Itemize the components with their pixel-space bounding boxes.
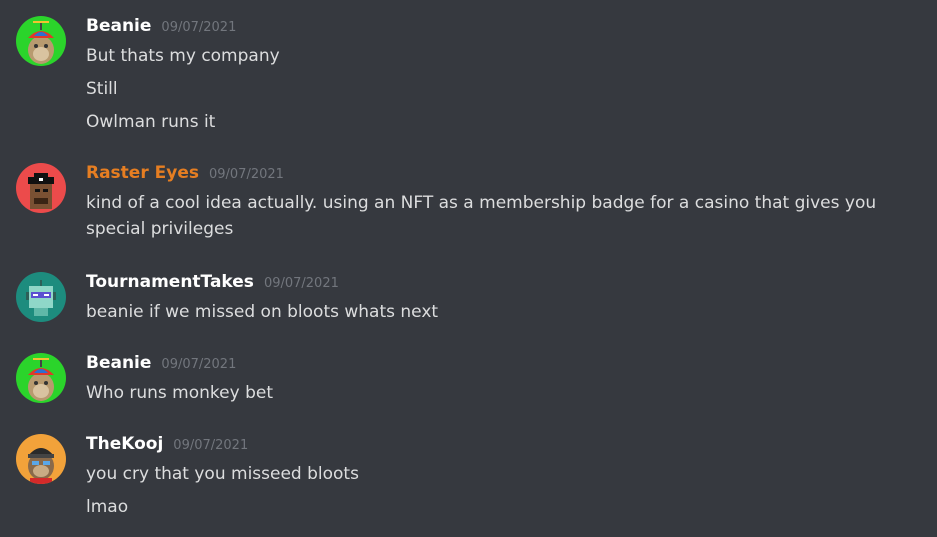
username[interactable]: Beanie bbox=[86, 16, 151, 36]
timestamp[interactable]: 09/07/2021 bbox=[161, 20, 236, 35]
pirate-punk-avatar bbox=[16, 163, 66, 213]
robot-avatar bbox=[16, 272, 66, 322]
message-content: But thats my company Still Owlman runs i… bbox=[86, 43, 916, 142]
message-header: Raster Eyes 09/07/2021 bbox=[86, 163, 284, 189]
timestamp[interactable]: 09/07/2021 bbox=[209, 167, 284, 182]
avatar[interactable] bbox=[16, 163, 66, 213]
message-text: you cry that you misseed bloots bbox=[86, 464, 359, 484]
message-header: Beanie 09/07/2021 bbox=[86, 353, 236, 379]
avatar[interactable] bbox=[16, 16, 66, 66]
message-text: Still bbox=[86, 79, 118, 99]
message-content: kind of a cool idea actually. using an N… bbox=[86, 190, 916, 242]
timestamp[interactable]: 09/07/2021 bbox=[264, 276, 339, 291]
avatar[interactable] bbox=[16, 353, 66, 403]
ape-propeller-hat-avatar bbox=[16, 353, 66, 403]
message-header: TheKooj 09/07/2021 bbox=[86, 434, 248, 460]
avatar[interactable] bbox=[16, 272, 66, 322]
ape-propeller-hat-avatar bbox=[16, 16, 66, 66]
message-text: But thats my company bbox=[86, 46, 280, 66]
username[interactable]: Beanie bbox=[86, 353, 151, 373]
message-content: Who runs monkey bet bbox=[86, 380, 916, 413]
username[interactable]: Raster Eyes bbox=[86, 163, 199, 183]
message-text: Who runs monkey bet bbox=[86, 383, 273, 403]
message-content: you cry that you misseed bloots lmao bbox=[86, 461, 916, 527]
timestamp[interactable]: 09/07/2021 bbox=[173, 438, 248, 453]
message-text: beanie if we missed on bloots whats next bbox=[86, 302, 439, 322]
timestamp[interactable]: 09/07/2021 bbox=[161, 357, 236, 372]
message-text: lmao bbox=[86, 497, 129, 517]
message-content: beanie if we missed on bloots whats next bbox=[86, 299, 916, 332]
message-header: Beanie 09/07/2021 bbox=[86, 16, 236, 42]
message-text: kind of a cool idea actually. using an N… bbox=[86, 193, 877, 239]
message-header: TournamentTakes 09/07/2021 bbox=[86, 272, 339, 298]
ape-beanie-avatar bbox=[16, 434, 66, 484]
username[interactable]: TournamentTakes bbox=[86, 272, 254, 292]
username[interactable]: TheKooj bbox=[86, 434, 163, 454]
chat-message-list: Beanie 09/07/2021 But thats my company St… bbox=[0, 0, 937, 537]
message-text: Owlman runs it bbox=[86, 112, 216, 132]
avatar[interactable] bbox=[16, 434, 66, 484]
